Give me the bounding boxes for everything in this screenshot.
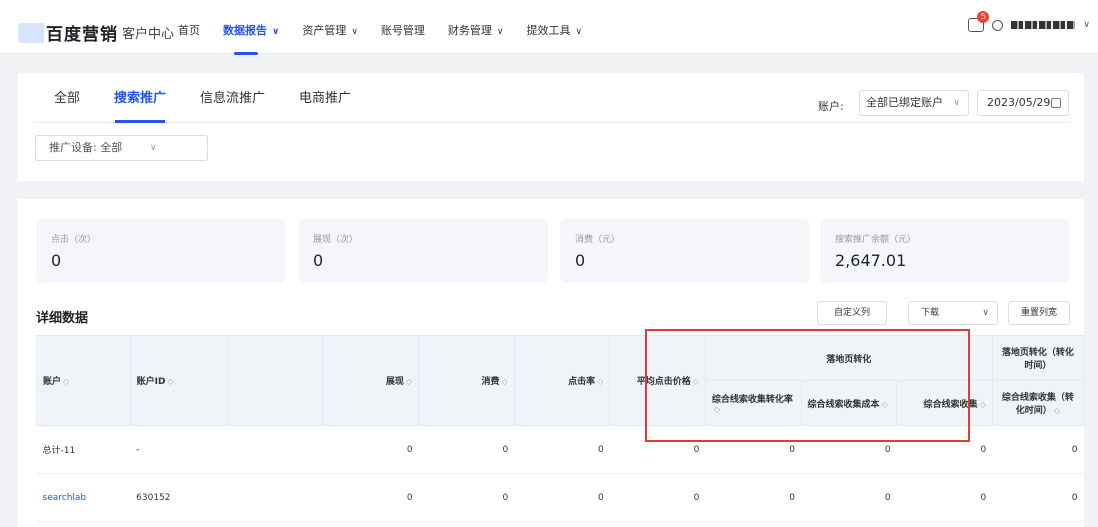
account-link[interactable]: searchlab [36,473,131,522]
column-header-ctr[interactable]: 点击率 ◇ [513,335,611,426]
table-cell: 0 [609,425,706,474]
user-icon [992,19,1004,31]
account-select[interactable]: 全部已绑定账户 ∨ [859,90,969,116]
table-cell: 0 [896,425,993,474]
table-cell [228,425,323,474]
message-icon[interactable]: 5 [968,11,990,32]
nav-item-finance-management[interactable]: 财务管理 ∨ [448,22,504,38]
table-cell: 0 [992,473,1084,522]
table-cell: 630152 [130,473,229,522]
data-panel: 点击（次） 0 展现（次） 0 消费（元） 0 搜索推广余额（元） 2,647.… [18,199,1085,527]
tab-divider [34,122,1069,123]
channel-tabs: 全部 搜索推广 信息流推广 电商推广 [54,87,385,106]
calendar-icon [1051,98,1061,108]
user-name-redacted[interactable] [1011,21,1076,29]
sort-icon: ◇ [63,377,70,386]
detail-data-table: 账户 ◇ 账户ID ◇ 展现 ◇ 消费 ◇ 点击率 ◇ 平均点击价格 ◇ 落地页转化 落地页… [36,335,1085,522]
device-select[interactable]: 推广设备: 全部 ∨ [35,135,208,161]
user-area: 5 ∨ [968,11,1090,32]
table-cell: 0 [418,425,515,474]
column-header-cost[interactable]: 消费 ◇ [418,335,515,426]
chevron-down-icon: ∨ [982,308,989,318]
nav-item-asset-management[interactable]: 资产管理 ∨ [302,22,358,38]
table-cell: 0 [609,473,706,522]
sort-icon: ◇ [713,404,721,414]
download-button[interactable]: 下载 ∨ [908,301,998,325]
table-cell: - [130,425,229,474]
tab-ecommerce-promotion[interactable]: 电商推广 [299,87,351,106]
column-header-avg-cpc[interactable]: 平均点击价格 ◇ [609,335,706,426]
chevron-down-icon: ∨ [953,98,960,108]
metric-impressions: 展现（次） 0 [298,219,548,283]
account-label: 账户: [818,100,844,113]
column-header-lead-collection[interactable]: 综合线索收集 ◇ [896,380,993,426]
table-cell: 0 [514,425,610,474]
active-tab-indicator [115,120,165,123]
chevron-down-icon: ∨ [272,27,280,37]
date-picker[interactable]: 2023/05/29 [977,90,1069,116]
sort-icon: ◇ [597,377,604,386]
chevron-down-icon[interactable]: ∨ [1083,20,1090,30]
sort-icon: ◇ [1053,406,1060,415]
table-cell: 0 [896,473,993,522]
column-header-lead-conversion-rate[interactable]: 综合线索收集转化率◇ [704,380,802,426]
table-cell: 0 [992,425,1084,474]
column-group-landing-conversion-time: 落地页转化（转化时间） [991,335,1085,381]
column-header-lead-collection-time[interactable]: 综合线索收集（转化时间） ◇ [991,380,1085,426]
chevron-down-icon: ∨ [496,27,504,37]
table-cell: 0 [705,473,801,522]
table-cell: 0 [514,473,610,522]
column-header-account-id[interactable]: 账户ID ◇ [129,335,229,426]
metric-balance: 搜索推广余额（元） 2,647.01 [820,219,1070,283]
section-title: 详细数据 [36,311,89,326]
column-header-impressions[interactable]: 展现 ◇ [322,335,420,426]
column-header-lead-cost[interactable]: 综合线索收集成本 ◇ [800,380,898,426]
table-cell: 0 [322,473,419,522]
nav-item-home[interactable]: 首页 [178,22,200,38]
column-header-empty [227,335,324,426]
sort-icon: ◇ [501,377,508,386]
custom-columns-button[interactable]: 自定义列 [817,301,887,325]
sort-icon: ◇ [692,377,699,386]
table-cell: 0 [801,473,897,522]
table-row: searchlab 630152 0 0 0 0 0 0 0 0 [36,473,1084,522]
table-cell: 0 [418,473,515,522]
notification-badge: 5 [977,11,990,23]
metric-clicks: 点击（次） 0 [36,219,286,283]
column-group-landing-conversion: 落地页转化 [704,335,993,381]
brand-subtitle: 客户中心 [122,27,175,42]
nav-item-efficiency-tools[interactable]: 提效工具 ∨ [527,22,583,38]
table-cell: 0 [322,425,419,474]
tab-feed-promotion[interactable]: 信息流推广 [200,87,265,106]
reset-column-width-button[interactable]: 重置列宽 [1008,301,1070,325]
tab-search-promotion[interactable]: 搜索推广 [114,87,166,106]
sort-icon: ◇ [979,399,986,409]
nav-item-data-report[interactable]: 数据报告 ∨ [223,22,279,38]
table-row-total: 总计-11 - 0 0 0 0 0 0 0 0 [36,425,1084,474]
tab-all[interactable]: 全部 [54,87,80,106]
table-cell [228,473,323,522]
baidu-marketing-logo[interactable]: 百度营销 客户中心 [18,20,174,45]
table-cell: 总计-11 [36,425,131,474]
table-cell: 0 [705,425,801,474]
logo-mark-icon [18,22,44,43]
sort-icon: ◇ [405,377,413,386]
chevron-down-icon: ∨ [351,27,358,37]
column-header-account[interactable]: 账户 ◇ [36,335,131,426]
chevron-down-icon: ∨ [575,27,583,37]
chevron-down-icon: ∨ [150,143,157,153]
sort-icon: ◇ [881,399,888,409]
active-nav-indicator [234,52,258,55]
sort-icon: ◇ [167,377,174,386]
table-cell: 0 [801,425,897,474]
main-nav: 首页 数据报告 ∨ 资产管理 ∨ 账号管理 财务管理 ∨ 提效工具 ∨ [178,22,605,38]
metric-cost: 消费（元） 0 [560,219,810,283]
nav-item-account-management[interactable]: 账号管理 [381,22,425,38]
filter-panel: 全部 搜索推广 信息流推广 电商推广 账户: 全部已绑定账户 ∨ 2023/05… [18,73,1084,181]
brand-name: 百度营销 [46,25,118,45]
top-navigation-bar: 百度营销 客户中心 首页 数据报告 ∨ 资产管理 ∨ 账号管理 财务管理 ∨ 提效工具… [0,0,1098,55]
